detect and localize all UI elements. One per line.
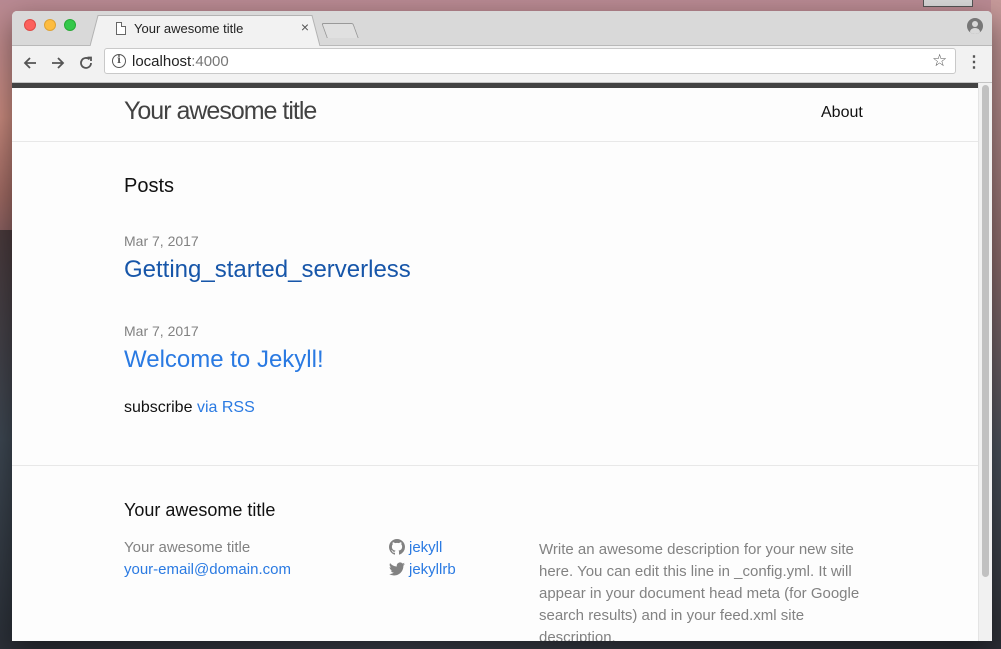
desktop-widget: [923, 0, 973, 7]
desktop-wallpaper-bottom: [0, 640, 1001, 649]
forward-button[interactable]: [47, 52, 69, 74]
tab-strip: Your awesome title ×: [12, 11, 992, 46]
star-icon[interactable]: ☆: [932, 51, 947, 71]
twitter-icon: [389, 562, 405, 576]
footer-site-name: Your awesome title: [124, 539, 251, 556]
desktop-wallpaper-right: [991, 0, 1001, 649]
info-icon[interactable]: i: [112, 54, 126, 68]
minimize-window-button[interactable]: [44, 19, 56, 31]
twitter-username: jekyllrb: [409, 561, 456, 578]
url-host: localhost: [132, 53, 192, 70]
tab-close-button[interactable]: ×: [298, 19, 312, 35]
github-username: jekyll: [409, 539, 443, 556]
post-link[interactable]: Welcome to Jekyll!: [124, 346, 324, 374]
subscribe-line: subscribe via RSS: [124, 399, 255, 417]
github-link[interactable]: jekyll: [389, 539, 442, 556]
site-footer: Your awesome title Your awesome title yo…: [12, 465, 978, 641]
browser-window: Your awesome title × i localhost:4000 ☆ …: [12, 11, 992, 641]
address-bar[interactable]: i localhost:4000 ☆: [104, 48, 956, 74]
forward-arrow-icon: [52, 57, 65, 69]
post-date: Mar 7, 2017: [124, 323, 199, 339]
close-window-button[interactable]: [24, 19, 36, 31]
page-viewport: Your awesome title About Posts Mar 7, 20…: [12, 83, 992, 641]
rss-link[interactable]: via RSS: [197, 399, 255, 416]
subscribe-text: subscribe: [124, 399, 193, 416]
back-button[interactable]: [19, 52, 41, 74]
url-port: :4000: [191, 53, 229, 70]
page-icon: [116, 22, 126, 35]
nav-about-link[interactable]: About: [821, 104, 863, 122]
reload-icon: [80, 56, 92, 69]
maximize-window-button[interactable]: [64, 19, 76, 31]
post-link[interactable]: Getting_started_serverless: [124, 256, 411, 284]
new-tab-button[interactable]: [321, 23, 359, 38]
page-scrollbar[interactable]: [978, 83, 992, 641]
footer-heading: Your awesome title: [124, 500, 276, 520]
scrollbar-thumb[interactable]: [982, 85, 989, 577]
site-header: Your awesome title About: [12, 88, 978, 142]
footer-email-link[interactable]: your-email@domain.com: [124, 561, 291, 578]
site-title-link[interactable]: Your awesome title: [124, 97, 317, 126]
posts-heading: Posts: [124, 175, 175, 197]
back-arrow-icon: [23, 57, 36, 69]
twitter-link[interactable]: jekyllrb: [389, 561, 456, 578]
profile-icon[interactable]: [967, 18, 983, 34]
tab-title: Your awesome title: [134, 21, 244, 36]
post-date: Mar 7, 2017: [124, 233, 199, 249]
github-icon: [389, 539, 405, 555]
url-text[interactable]: localhost:4000: [132, 53, 229, 70]
menu-icon[interactable]: ⋮: [964, 53, 984, 73]
browser-toolbar: i localhost:4000 ☆ ⋮: [12, 46, 992, 83]
reload-button[interactable]: [75, 52, 97, 74]
footer-description: Write an awesome description for your ne…: [539, 541, 860, 641]
